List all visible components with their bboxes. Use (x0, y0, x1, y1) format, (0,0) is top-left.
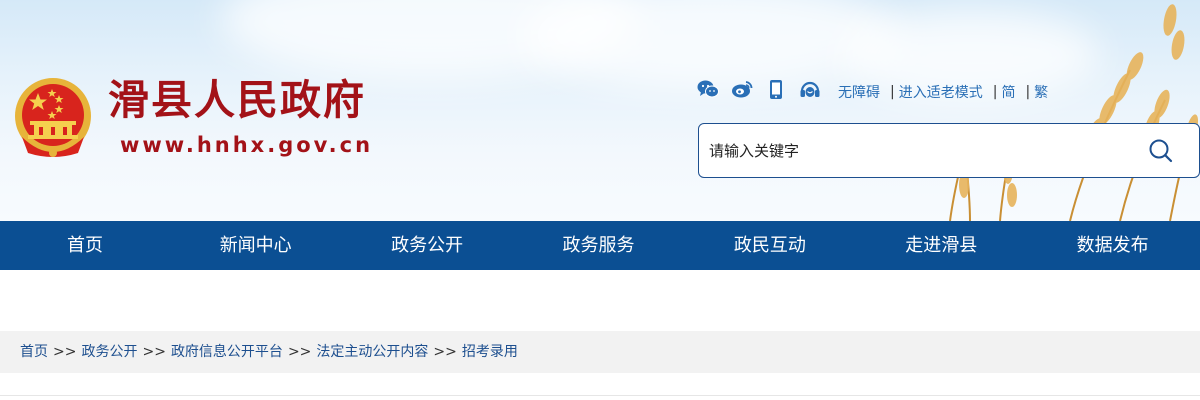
breadcrumb-gov-affairs-open[interactable]: 政务公开 (81, 344, 137, 360)
nav-item-gov-affairs-open[interactable]: 政务公开 (341, 221, 512, 270)
nav-item-data-release[interactable]: 数据发布 (1027, 221, 1198, 270)
service-headset-icon[interactable] (799, 78, 821, 100)
breadcrumb-home[interactable]: 首页 (20, 344, 48, 360)
elder-mode-link[interactable]: 进入适老模式 (899, 82, 983, 102)
breadcrumb-separator: >> (142, 344, 166, 360)
breadcrumb: 首页 >> 政务公开 >> 政府信息公开平台 >> 法定主动公开内容 >> 招考录用 (20, 331, 518, 373)
breadcrumb-info-platform[interactable]: 政府信息公开平台 (171, 344, 283, 360)
wechat-icon[interactable] (697, 78, 719, 100)
nav-item-gov-services[interactable]: 政务服务 (513, 221, 684, 270)
separator: | (890, 84, 895, 100)
nav-item-about-county[interactable]: 走进滑县 (856, 221, 1027, 270)
weibo-icon[interactable] (731, 78, 753, 100)
search-input[interactable] (709, 124, 1139, 177)
accessibility-link[interactable]: 无障碍 (838, 82, 880, 102)
nav-item-home[interactable]: 首页 (0, 221, 170, 270)
site-header: 滑县人民政府 www.hnhx.gov.cn 无障碍 | 进入适老模式 | 简 … (0, 0, 1200, 221)
site-title[interactable]: 滑县人民政府 (108, 76, 366, 124)
breadcrumb-separator: >> (287, 344, 312, 360)
breadcrumb-separator: >> (53, 344, 77, 360)
main-nav: 首页 新闻中心 政务公开 政务服务 政民互动 走进滑县 数据发布 (0, 221, 1200, 270)
simplified-chinese-link[interactable]: 简 (1001, 82, 1015, 102)
mobile-icon[interactable] (765, 78, 787, 100)
traditional-chinese-link[interactable]: 繁 (1034, 82, 1048, 102)
social-icons (697, 78, 821, 100)
breadcrumb-separator: >> (433, 344, 457, 360)
search-box (698, 123, 1200, 178)
site-url[interactable]: www.hnhx.gov.cn (120, 133, 373, 157)
nav-item-news[interactable]: 新闻中心 (170, 221, 341, 270)
content-divider (0, 395, 1200, 396)
breadcrumb-bar: 首页 >> 政务公开 >> 政府信息公开平台 >> 法定主动公开内容 >> 招考录用 (0, 331, 1200, 373)
separator: | (1025, 84, 1031, 100)
separator: | (992, 84, 998, 100)
breadcrumb-recruitment[interactable]: 招考录用 (462, 344, 518, 360)
search-icon[interactable] (1147, 137, 1175, 165)
wheat-decoration (949, 4, 1199, 221)
header-tools: 无障碍 | 进入适老模式 | 简 | 繁 (838, 82, 1048, 102)
breadcrumb-statutory-content[interactable]: 法定主动公开内容 (316, 344, 428, 360)
national-emblem-icon (15, 78, 91, 157)
nav-item-interaction[interactable]: 政民互动 (684, 221, 855, 270)
